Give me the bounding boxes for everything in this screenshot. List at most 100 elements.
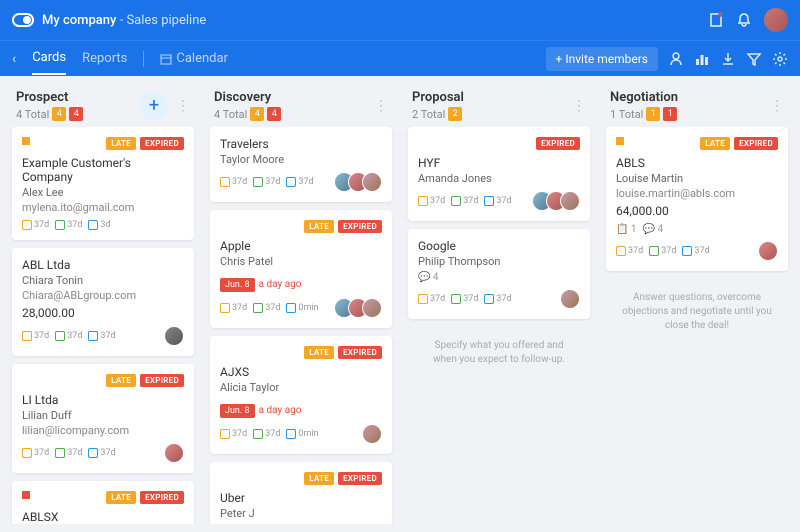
card-email: mylena.ito@gmail.com xyxy=(22,201,184,214)
card-avatars xyxy=(334,298,382,318)
card-value: 64,000.00 xyxy=(616,204,778,218)
card-stats: 37d37d37d xyxy=(22,448,116,458)
company-title: My company - Sales pipeline xyxy=(42,13,206,28)
card-title: Travelers xyxy=(220,137,382,151)
app-logo[interactable] xyxy=(12,13,34,27)
late-badge: LATE xyxy=(304,346,334,359)
calendar-link[interactable]: Calendar xyxy=(160,51,228,66)
expired-badge: EXPIRED xyxy=(734,137,778,150)
card-avatars xyxy=(164,443,184,463)
late-badge: LATE xyxy=(304,220,334,233)
card-person: Chiara Tonin xyxy=(22,274,184,287)
settings-icon[interactable] xyxy=(772,51,788,67)
column-badge: 1 xyxy=(646,107,660,121)
card-title: ABLSX xyxy=(22,510,184,524)
card-title: Example Customer's Company xyxy=(22,156,184,184)
column-menu[interactable]: ⋮ xyxy=(770,98,784,114)
card-avatars xyxy=(164,326,184,346)
export-icon[interactable] xyxy=(720,51,736,67)
column-meta: 1 Total 11 xyxy=(610,107,678,121)
card[interactable]: LATEEXPIREDAJXSAlicia TaylorJun. 8a day … xyxy=(210,336,392,454)
column-badge: 1 xyxy=(663,107,677,121)
card-avatars xyxy=(334,172,382,192)
members-icon[interactable] xyxy=(668,51,684,67)
comment-count: 💬 4 xyxy=(418,272,580,283)
card-title: Google xyxy=(418,239,580,253)
column-badge: 4 xyxy=(250,107,264,121)
card-title: LI Ltda xyxy=(22,393,184,407)
column-proposal: Proposal2 Total 2⋮EXPIREDHYFAmanda Jones… xyxy=(404,84,594,524)
back-button[interactable]: ‹ xyxy=(12,51,16,67)
expired-badge: EXPIRED xyxy=(140,374,184,387)
column-menu[interactable]: ⋮ xyxy=(572,98,586,114)
card-title: ABL Ltda xyxy=(22,258,184,272)
late-badge: LATE xyxy=(700,137,730,150)
card-stats: 37d37d3d xyxy=(22,220,111,230)
expired-badge: EXPIRED xyxy=(338,472,382,485)
user-avatar[interactable] xyxy=(764,8,788,32)
card[interactable]: LATEEXPIREDUberPeter J37d37d37d xyxy=(210,462,392,524)
tab-reports[interactable]: Reports xyxy=(82,43,127,74)
card[interactable]: EXPIREDHYFAmanda Jones37d37d37d xyxy=(408,127,590,221)
card[interactable]: LATE EXPIRED Example Customer's Company Ale… xyxy=(12,127,194,240)
column-meta: 4 Total 44 xyxy=(16,107,83,121)
card-stats: 37d37d0min xyxy=(220,303,319,313)
card[interactable]: ABL Ltda Chiara Tonin Chiara@ABLgroup.com 2… xyxy=(12,248,194,356)
time-ago: a day ago xyxy=(259,405,302,416)
card-stats: 37d37d37d xyxy=(22,331,116,341)
column-prospect: Prospect4 Total 44+⋮LATEEXPIREDExample C… xyxy=(8,84,198,524)
column-menu[interactable]: ⋮ xyxy=(176,98,190,114)
card-email: Chiara@ABLgroup.com xyxy=(22,289,184,302)
late-badge: LATE xyxy=(106,137,136,150)
expired-badge: EXPIRED xyxy=(338,346,382,359)
column-negotiation: Negotiation1 Total 11⋮LATEEXPIREDABLSLou… xyxy=(602,84,792,524)
column-hint: Answer questions, overcome objections an… xyxy=(606,279,788,345)
top-header: My company - Sales pipeline xyxy=(0,0,800,40)
card[interactable]: LATEEXPIREDAppleChris PatelJun. 8a day a… xyxy=(210,210,392,328)
card[interactable]: Travelers Taylor Moore 37d37d37d xyxy=(210,127,392,202)
card-person: Alex Lee xyxy=(22,186,184,199)
card[interactable]: GooglePhilip Thompson💬 437d37d37d xyxy=(408,229,590,319)
late-badge: LATE xyxy=(106,491,136,504)
chart-icon[interactable] xyxy=(694,51,710,67)
card-person: Peter J xyxy=(220,507,382,520)
card-value: 28,000.00 xyxy=(22,306,184,320)
tab-cards[interactable]: Cards xyxy=(32,42,66,75)
time-ago: a day ago xyxy=(259,279,302,290)
priority-dot xyxy=(22,137,30,145)
column-badge: 4 xyxy=(69,107,83,121)
card-email: lilian@licompany.com xyxy=(22,424,184,437)
column-hint: Specify what you offered and when you ex… xyxy=(408,327,590,379)
add-card-button[interactable]: + xyxy=(140,92,168,120)
expired-badge: EXPIRED xyxy=(338,220,382,233)
card-title: AJXS xyxy=(220,365,382,379)
column-menu[interactable]: ⋮ xyxy=(374,98,388,114)
card-stats: 37d37d37d xyxy=(220,177,314,187)
expired-badge: EXPIRED xyxy=(536,137,580,150)
bell-icon[interactable] xyxy=(736,12,752,28)
column-badge: 4 xyxy=(52,107,66,121)
column-meta: 2 Total 2 xyxy=(412,107,464,121)
card-counts: 📋 1💬 4 xyxy=(616,224,778,235)
expired-badge: EXPIRED xyxy=(140,137,184,150)
card-avatars xyxy=(532,191,580,211)
invite-button[interactable]: + Invite members xyxy=(546,47,658,71)
card-title: ABLS xyxy=(616,156,778,170)
card-title: Apple xyxy=(220,239,382,253)
priority-dot xyxy=(616,137,624,145)
date-chip: Jun. 8 xyxy=(220,278,255,292)
column-meta: 4 Total 44 xyxy=(214,107,281,121)
filter-icon[interactable] xyxy=(746,51,762,67)
card-person: Taylor Moore xyxy=(220,153,382,166)
notification-icon[interactable] xyxy=(708,12,724,28)
card-person: Amanda Jones xyxy=(418,172,580,185)
card[interactable]: LATEEXPIREDABLSXMylena Carterpurchase@ab… xyxy=(12,481,194,524)
card-avatars xyxy=(560,289,580,309)
card-person: Lilian Duff xyxy=(22,409,184,422)
card[interactable]: LATEEXPIREDABLSLouise Martinlouise.marti… xyxy=(606,127,788,271)
priority-dot xyxy=(22,491,30,499)
card[interactable]: LATEEXPIREDLI LtdaLilian Dufflilian@lico… xyxy=(12,364,194,473)
expired-badge: EXPIRED xyxy=(140,491,184,504)
card-person: Louise Martin xyxy=(616,172,778,185)
card-person: Philip Thompson xyxy=(418,255,580,268)
